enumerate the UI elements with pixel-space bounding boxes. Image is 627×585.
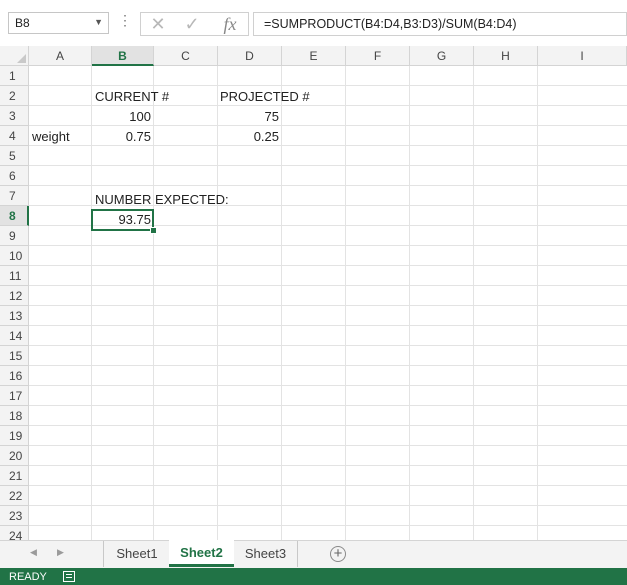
add-sheet-icon[interactable]: +	[330, 546, 346, 562]
cell-d2[interactable]: PROJECTED #	[217, 87, 310, 107]
vertical-dots-icon: ⋮	[118, 12, 132, 28]
status-text: READY	[9, 571, 47, 583]
cell-b4[interactable]: 0.75	[92, 127, 154, 147]
cell-b2[interactable]: CURRENT #	[92, 87, 169, 107]
macro-record-icon[interactable]	[63, 571, 75, 582]
row-header-23[interactable]: 23	[0, 506, 29, 526]
row-header-11[interactable]: 11	[0, 266, 29, 286]
row-header-8[interactable]: 8	[0, 206, 29, 226]
formula-input[interactable]: =SUMPRODUCT(B4:D4,B3:D3)/SUM(B4:D4)	[253, 12, 627, 36]
row-header-4[interactable]: 4	[0, 126, 29, 146]
row-header-22[interactable]: 22	[0, 486, 29, 506]
select-all-corner[interactable]	[0, 46, 29, 66]
column-header-h[interactable]: H	[474, 46, 538, 66]
sheet-tab-bar: ◀ ▶ Sheet1 Sheet2 Sheet3 +	[0, 540, 627, 568]
row-header-2[interactable]: 2	[0, 86, 29, 106]
cell-d4[interactable]: 0.25	[218, 127, 282, 147]
grid-column-line	[473, 66, 474, 540]
row-header-19[interactable]: 19	[0, 426, 29, 446]
formula-text: =SUMPRODUCT(B4:D4,B3:D3)/SUM(B4:D4)	[264, 17, 517, 31]
grid-column-line	[345, 66, 346, 540]
enter-icon[interactable]: ✓	[181, 13, 203, 35]
status-bar: READY	[0, 568, 627, 585]
row-header-10[interactable]: 10	[0, 246, 29, 266]
fill-handle[interactable]	[150, 227, 157, 234]
grid-column-line	[409, 66, 410, 540]
column-header-a[interactable]: A	[29, 46, 92, 66]
name-box-value: B8	[15, 16, 30, 30]
tab-sheet3[interactable]: Sheet3	[234, 541, 298, 567]
cell-a4[interactable]: weight	[29, 127, 70, 147]
cell-d3[interactable]: 75	[218, 107, 282, 127]
row-header-24[interactable]: 24	[0, 526, 29, 540]
cancel-icon[interactable]: ✕	[147, 13, 169, 35]
name-box[interactable]: B8 ▼	[8, 12, 109, 34]
scroll-right-icon[interactable]: ▶	[57, 547, 64, 558]
row-header-18[interactable]: 18	[0, 406, 29, 426]
row-header-15[interactable]: 15	[0, 346, 29, 366]
row-header-1[interactable]: 1	[0, 66, 29, 86]
row-header-16[interactable]: 16	[0, 366, 29, 386]
spreadsheet-grid[interactable]: ABCDEFGHI 1 2 3 4 5 6 7 8 9 10 11 12 13 14 15 16 17 18 19 2…	[0, 46, 627, 540]
row-header-3[interactable]: 3	[0, 106, 29, 126]
column-header-d[interactable]: D	[218, 46, 282, 66]
scroll-left-icon[interactable]: ◀	[30, 547, 37, 558]
row-header-12[interactable]: 12	[0, 286, 29, 306]
tab-sheet1[interactable]: Sheet1	[103, 541, 171, 567]
row-header-7[interactable]: 7	[0, 186, 29, 206]
active-cell-border	[91, 209, 154, 231]
cell-b7[interactable]: NUMBER EXPECTED:	[92, 190, 229, 210]
row-header-17[interactable]: 17	[0, 386, 29, 406]
row-header-9[interactable]: 9	[0, 226, 29, 246]
row-header-21[interactable]: 21	[0, 466, 29, 486]
row-header-14[interactable]: 14	[0, 326, 29, 346]
grid-column-line	[537, 66, 538, 540]
row-header-20[interactable]: 20	[0, 446, 29, 466]
tab-sheet2[interactable]: Sheet2	[169, 540, 234, 567]
formula-bar: B8 ▼ ⋮ ✕ ✓ fx =SUMPRODUCT(B4:D4,B3:D3)/S…	[0, 0, 627, 46]
column-header-c[interactable]: C	[154, 46, 218, 66]
column-header-b[interactable]: B	[92, 46, 154, 66]
column-header-g[interactable]: G	[410, 46, 474, 66]
column-header-e[interactable]: E	[282, 46, 346, 66]
column-header-f[interactable]: F	[346, 46, 410, 66]
formula-buttons: ✕ ✓ fx	[140, 12, 249, 36]
insert-function-icon[interactable]: fx	[217, 13, 243, 35]
row-header-5[interactable]: 5	[0, 146, 29, 166]
chevron-down-icon[interactable]: ▼	[94, 17, 103, 27]
row-header-6[interactable]: 6	[0, 166, 29, 186]
column-header-i[interactable]: I	[538, 46, 627, 66]
row-header-13[interactable]: 13	[0, 306, 29, 326]
cell-b3[interactable]: 100	[92, 107, 154, 127]
